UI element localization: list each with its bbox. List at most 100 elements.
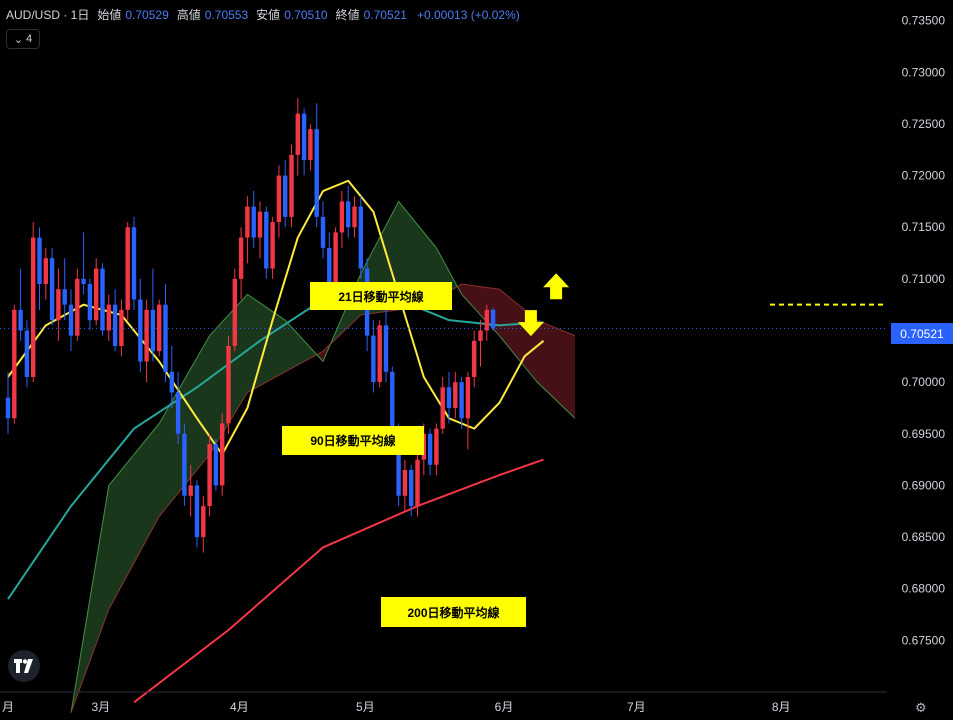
ichimoku-cloud — [70, 200, 576, 713]
ma90-annotation: 90日移動平均線 — [282, 426, 424, 455]
candle-body — [314, 129, 319, 217]
candle-body — [24, 330, 30, 377]
candle-body — [440, 387, 445, 429]
candle-body — [131, 227, 137, 300]
candle-body — [339, 201, 345, 233]
y-tick-label: 0.70000 — [902, 375, 946, 389]
candle-body — [251, 206, 256, 238]
candle-body — [453, 382, 458, 408]
x-axis: 3月 4月 5月 6月 7月 8月 月 — [0, 691, 887, 714]
indicator-count: 4 — [26, 33, 33, 45]
candle-body — [232, 278, 237, 346]
candle-body — [68, 304, 74, 336]
candle-body — [308, 129, 313, 161]
candle-body — [371, 335, 376, 383]
candle-body — [264, 211, 269, 269]
candle-body — [182, 433, 187, 496]
candle-body — [289, 154, 294, 217]
low-value: 0.70510 — [284, 7, 328, 22]
candle-body — [270, 222, 275, 269]
candle-body — [125, 227, 130, 310]
candle-body — [5, 397, 11, 419]
y-tick-label: 0.71000 — [902, 272, 946, 286]
candle-body — [226, 346, 231, 424]
tradingview-logo-icon[interactable] — [8, 650, 40, 682]
y-tick-label: 0.67500 — [902, 633, 946, 647]
y-tick-label: 0.71500 — [902, 220, 946, 234]
candle-body — [415, 459, 420, 507]
candle-body — [238, 237, 244, 279]
x-tick-label: 3月 — [91, 700, 110, 714]
candle-body — [283, 175, 288, 217]
candle-body — [18, 309, 23, 331]
candle-body — [201, 506, 206, 538]
arrow-up-icon — [543, 273, 570, 300]
y-tick-label: 0.68500 — [902, 530, 946, 544]
candle-body — [327, 247, 332, 285]
candle-body — [427, 433, 433, 465]
candle-body — [484, 309, 489, 331]
candle-body — [402, 469, 408, 496]
candle-body — [31, 237, 36, 377]
y-tick-label: 0.72500 — [902, 117, 946, 131]
candle-body — [257, 211, 263, 238]
candle-body — [188, 485, 193, 496]
ohlc-header: AUD/USD · 1日 始値 0.70529 高値 0.70553 安値 0.… — [6, 6, 520, 23]
ma21-annotation: 21日移動平均線 — [310, 282, 452, 310]
candle-body — [12, 309, 17, 419]
y-tick-label: 0.73000 — [902, 65, 946, 79]
x-tick-label: 6月 — [495, 700, 514, 714]
candle-body — [112, 304, 118, 346]
candle-body — [346, 201, 351, 228]
candle-body — [163, 304, 168, 372]
change-value: +0.00013 (+0.02%) — [416, 7, 520, 22]
candle-body — [106, 304, 111, 331]
low-label: 安値 — [256, 8, 281, 22]
candle-body — [87, 284, 93, 321]
x-tick-label: 4月 — [230, 700, 249, 714]
candle-body — [119, 309, 124, 346]
candle-body — [144, 309, 149, 362]
candle-body — [434, 428, 439, 465]
candle-body — [207, 444, 212, 507]
candle-body — [62, 289, 67, 305]
y-tick-label: 0.72000 — [902, 169, 946, 183]
y-tick-label: 0.68000 — [902, 582, 946, 596]
indicator-collapse-button[interactable]: ⌄ 4 — [6, 29, 40, 49]
candle-body — [459, 382, 464, 419]
y-axis: 0.73500 0.73000 0.72500 0.72000 0.71500 0.710… — [887, 0, 953, 692]
gear-icon[interactable]: ⚙ — [915, 700, 927, 716]
candle-body — [295, 113, 300, 155]
symbol-label[interactable]: AUD/USD · 1日 — [6, 6, 89, 23]
candle-body — [478, 330, 483, 341]
candle-body — [81, 278, 86, 285]
candle-body — [301, 113, 307, 161]
ma200-annotation: 200日移動平均線 — [381, 597, 526, 627]
current-price-tag: 0.70521 — [891, 323, 953, 344]
candle-body — [409, 469, 414, 507]
candle-body — [138, 299, 143, 362]
y-tick-label: 0.73500 — [902, 14, 946, 28]
candle-body — [169, 371, 174, 393]
candle-body — [37, 237, 42, 285]
candle-body — [352, 206, 357, 228]
candle-body — [465, 376, 471, 419]
candle-body — [49, 258, 55, 321]
high-label: 高値 — [176, 8, 201, 22]
candle-body — [43, 258, 48, 285]
x-tick-label: 8月 — [772, 700, 791, 714]
candle-body — [175, 392, 181, 434]
close-label: 終値 — [335, 8, 360, 22]
x-tick-label: 7月 — [627, 700, 646, 714]
candle-body — [194, 485, 200, 538]
cloud-segment — [332, 201, 459, 343]
x-tick-label: 5月 — [356, 700, 375, 714]
candle-body — [94, 268, 99, 321]
candle-body — [276, 175, 282, 223]
open-label: 始値 — [97, 8, 122, 22]
open-value: 0.70529 — [125, 7, 169, 22]
close-value: 0.70521 — [363, 7, 407, 22]
chevron-down-icon: ⌄ — [13, 33, 24, 46]
x-tick-label: 月 — [2, 700, 14, 714]
candle-body — [213, 444, 219, 486]
